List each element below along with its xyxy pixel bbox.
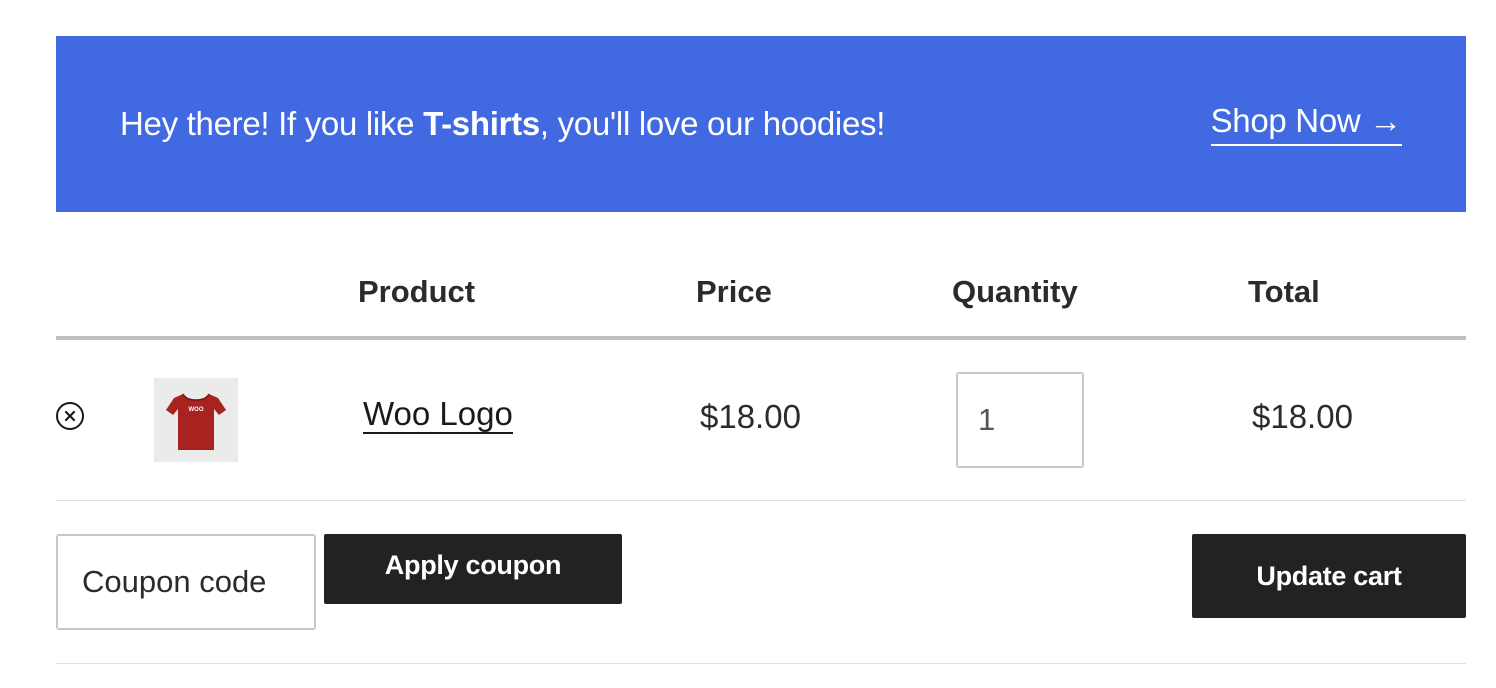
remove-item-button[interactable] [56,402,84,430]
banner-text-after: , you'll love our hoodies! [539,105,886,142]
quantity-input[interactable] [956,372,1084,468]
banner-text-before: Hey there! If you like [120,105,424,142]
cart-actions: Apply coupon Update cart [56,501,1466,664]
item-total: $18.00 [1252,398,1353,435]
header-price: Price [696,274,772,309]
shop-now-link[interactable]: Shop Now → [1210,102,1402,146]
tshirt-icon: WOO [166,393,226,450]
header-total: Total [1248,274,1320,309]
promo-banner: Hey there! If you like T-shirts, you'll … [56,36,1466,212]
close-icon [64,410,76,422]
header-quantity: Quantity [952,274,1078,309]
header-product: Product [358,274,476,309]
thumbnail-logo-text: WOO [189,407,204,413]
banner-message: Hey there! If you like T-shirts, you'll … [120,105,885,143]
table-row: WOO Woo Logo $18.00 $18.00 [56,340,1466,501]
coupon-code-input[interactable] [56,534,316,630]
product-name-link[interactable]: Woo Logo [363,395,513,435]
product-thumbnail[interactable]: WOO [154,378,238,462]
banner-text-bold: T-shirts [423,105,540,142]
apply-coupon-button[interactable]: Apply coupon [324,534,622,604]
cart-table-header: Product Price Quantity Total [56,266,1466,340]
item-price: $18.00 [700,398,801,435]
update-cart-button[interactable]: Update cart [1192,534,1466,618]
